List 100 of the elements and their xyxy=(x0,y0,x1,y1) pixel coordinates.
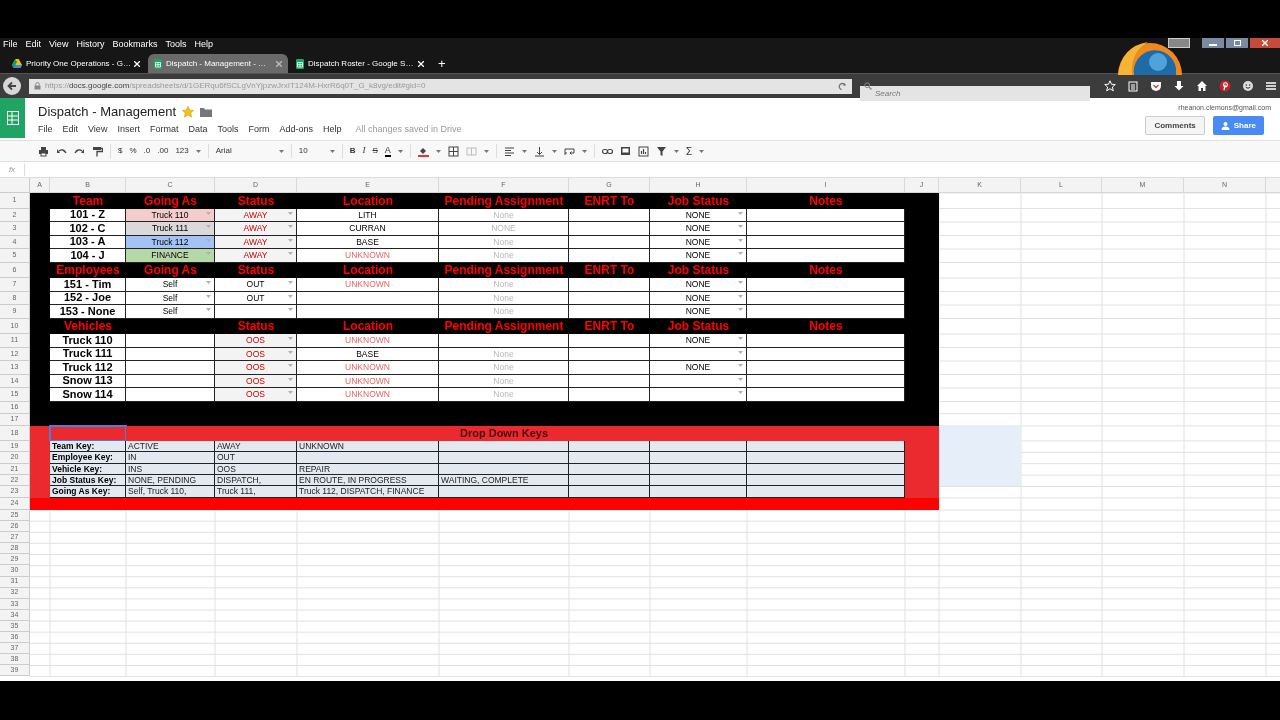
caret-icon[interactable] xyxy=(397,149,403,153)
paint-roller-icon[interactable] xyxy=(92,145,103,157)
table-cell[interactable]: NONE xyxy=(650,361,747,375)
table-cell[interactable] xyxy=(439,334,569,348)
text-wrap-icon[interactable] xyxy=(563,145,575,157)
folder-icon[interactable] xyxy=(200,107,212,117)
browser-tab[interactable]: Dispatch - Management - … xyxy=(148,54,288,73)
table-cell[interactable] xyxy=(650,452,747,464)
table-cell[interactable]: NONE xyxy=(650,249,747,263)
back-button[interactable] xyxy=(3,77,21,95)
font-dropdown[interactable]: Arial xyxy=(215,145,272,157)
dropdown-arrow-icon[interactable] xyxy=(738,391,743,394)
dropdown-arrow-icon[interactable] xyxy=(738,377,743,381)
table-cell[interactable]: Employee Key: xyxy=(50,452,126,464)
table-cell[interactable] xyxy=(569,222,650,236)
table-cell[interactable] xyxy=(747,305,905,319)
font-size-dropdown[interactable]: 10 xyxy=(298,145,323,157)
caret-icon[interactable] xyxy=(673,149,679,153)
dropdown-arrow-icon[interactable] xyxy=(738,252,743,255)
table-cell[interactable]: 153 - None xyxy=(50,305,126,319)
pin-icon[interactable] xyxy=(1219,80,1231,92)
table-cell[interactable]: Going As Key: xyxy=(50,486,126,498)
table-cell[interactable]: Pending Assignment xyxy=(439,193,569,209)
dropdown-arrow-icon[interactable] xyxy=(288,308,293,311)
menu-item[interactable]: Bookmarks xyxy=(112,38,158,52)
menu-item[interactable]: File xyxy=(3,38,18,52)
table-cell[interactable]: CURRAN xyxy=(297,222,439,236)
table-cell[interactable] xyxy=(939,475,1021,487)
dropdown-arrow-icon[interactable] xyxy=(206,281,211,284)
table-cell[interactable] xyxy=(650,475,747,487)
table-cell[interactable]: UNKNOWN xyxy=(297,249,439,263)
table-cell[interactable]: FINANCE xyxy=(126,249,215,263)
dropdown-arrow-icon[interactable] xyxy=(738,281,743,284)
minimize-button[interactable] xyxy=(1202,38,1224,48)
table-cell[interactable]: NONE xyxy=(650,334,747,348)
table-cell[interactable] xyxy=(747,249,905,263)
menu-item[interactable]: Format xyxy=(149,123,179,137)
dropdown-arrow-icon[interactable] xyxy=(738,337,743,340)
caret-icon[interactable] xyxy=(521,149,527,153)
menu-item[interactable]: Help xyxy=(194,38,213,52)
table-cell[interactable]: UNKNOWN xyxy=(297,361,439,375)
table-cell[interactable]: ENRT To xyxy=(569,193,650,209)
increase-decimal-button[interactable]: .00 xyxy=(157,145,169,157)
dropdown-arrow-icon[interactable] xyxy=(738,211,743,215)
table-cell[interactable] xyxy=(650,388,747,402)
comments-button[interactable]: Comments xyxy=(1145,116,1205,135)
table-cell[interactable] xyxy=(569,452,650,464)
caret-icon[interactable] xyxy=(699,149,705,153)
dropdown-arrow-icon[interactable] xyxy=(738,238,743,242)
table-cell[interactable]: Self xyxy=(126,305,215,319)
star-icon[interactable] xyxy=(182,106,194,118)
dropdown-arrow-icon[interactable] xyxy=(738,364,743,367)
close-button[interactable] xyxy=(1250,38,1280,48)
table-cell[interactable] xyxy=(569,361,650,375)
caret-icon[interactable] xyxy=(329,149,335,153)
menu-item[interactable]: Add-ons xyxy=(279,123,313,137)
table-cell[interactable] xyxy=(747,278,905,292)
table-cell[interactable] xyxy=(905,486,939,498)
table-cell[interactable] xyxy=(747,334,905,348)
table-cell[interactable] xyxy=(747,222,905,236)
table-cell[interactable]: OOS xyxy=(215,388,297,402)
pocket-icon[interactable] xyxy=(1150,80,1162,92)
menu-item[interactable]: Tools xyxy=(165,38,187,52)
table-cell[interactable]: OOS xyxy=(215,334,297,348)
menu-item[interactable]: File xyxy=(38,123,53,137)
text-color-button[interactable]: A xyxy=(384,145,391,157)
table-cell[interactable]: Notes xyxy=(747,193,905,209)
table-cell[interactable]: IN xyxy=(126,452,215,464)
table-cell[interactable] xyxy=(747,452,905,464)
table-cell[interactable] xyxy=(439,486,569,498)
table-cell[interactable]: UNKNOWN xyxy=(297,278,439,292)
table-cell[interactable]: Truck 112 xyxy=(50,361,126,375)
table-cell[interactable] xyxy=(297,305,439,319)
table-cell[interactable]: OUT xyxy=(215,278,297,292)
table-cell[interactable]: NONE xyxy=(650,305,747,319)
caret-icon[interactable] xyxy=(278,149,284,153)
vertical-align-icon[interactable] xyxy=(533,145,545,157)
menu-icon[interactable] xyxy=(1265,80,1277,92)
table-cell[interactable]: Job Status xyxy=(650,193,747,209)
table-cell[interactable]: Truck 111, xyxy=(215,486,297,498)
table-cell[interactable] xyxy=(569,388,650,402)
clipboard-icon[interactable] xyxy=(1127,80,1139,92)
paint-bucket-icon[interactable] xyxy=(417,145,429,157)
table-cell[interactable] xyxy=(747,486,905,498)
borders-icon[interactable] xyxy=(447,145,459,157)
dropdown-arrow-icon[interactable] xyxy=(738,350,743,354)
caret-icon[interactable] xyxy=(195,149,201,153)
menu-item[interactable]: Insert xyxy=(117,123,140,137)
table-cell[interactable]: Snow 114 xyxy=(50,388,126,402)
menu-item[interactable]: Data xyxy=(188,123,208,137)
table-cell[interactable]: Truck 112, DISPATCH, FINANCE xyxy=(297,486,439,498)
table-cell[interactable] xyxy=(297,452,439,464)
table-cell[interactable] xyxy=(30,486,50,498)
share-button[interactable]: Share xyxy=(1212,116,1264,135)
table-cell[interactable]: NONE xyxy=(650,278,747,292)
print-icon[interactable] xyxy=(38,145,49,157)
dropdown-arrow-icon[interactable] xyxy=(288,294,293,298)
selected-cell[interactable] xyxy=(50,425,126,441)
restore-button[interactable] xyxy=(1226,38,1248,48)
document-title[interactable]: Dispatch - Management xyxy=(38,102,176,122)
